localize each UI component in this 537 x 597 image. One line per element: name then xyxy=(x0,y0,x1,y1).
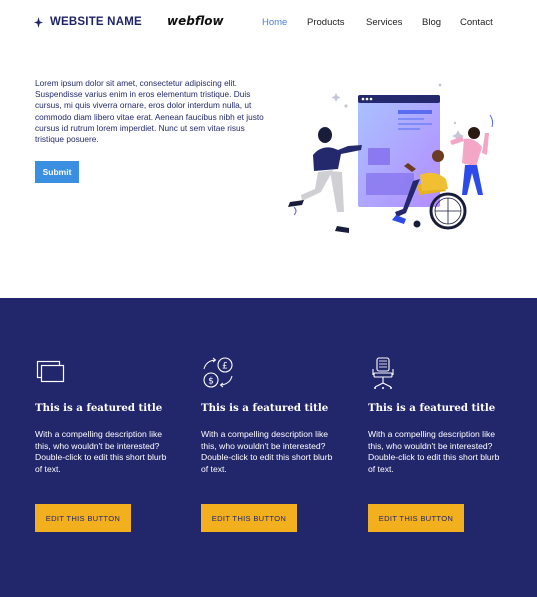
feature-description: With a compelling description like this,… xyxy=(201,429,333,475)
brand[interactable]: WEBSITE NAME xyxy=(34,16,142,28)
nav-link-contact[interactable]: Contact xyxy=(460,17,493,28)
webflow-logo[interactable]: webflow xyxy=(167,14,224,28)
brand-name: WEBSITE NAME xyxy=(50,16,142,28)
feature-title: This is a featured title xyxy=(35,402,163,414)
feature-title: This is a featured title xyxy=(201,402,329,414)
features-section: This is a featured title With a compelli… xyxy=(0,298,537,597)
sparkle-icon xyxy=(34,16,43,28)
office-chair-icon xyxy=(372,357,394,389)
feature-description: With a compelling description like this,… xyxy=(35,429,167,475)
currency-exchange-icon: £ $ xyxy=(203,357,233,388)
edit-this-button[interactable]: EDIT THIS BUTTON xyxy=(368,504,464,532)
windows-icon xyxy=(36,360,65,383)
svg-text:$: $ xyxy=(208,376,214,386)
submit-button[interactable]: Submit xyxy=(35,161,79,183)
feature-description: With a compelling description like this,… xyxy=(368,429,500,475)
feature-title: This is a featured title xyxy=(368,402,496,414)
edit-this-button[interactable]: EDIT THIS BUTTON xyxy=(201,504,297,532)
nav-link-services[interactable]: Services xyxy=(366,17,402,28)
hero-illustration xyxy=(288,83,494,233)
nav-link-products[interactable]: Products xyxy=(307,17,345,28)
top-navbar: WEBSITE NAME webflow Home Products Servi… xyxy=(0,0,537,46)
edit-this-button[interactable]: EDIT THIS BUTTON xyxy=(35,504,131,532)
svg-text:£: £ xyxy=(222,361,228,371)
nav-link-home[interactable]: Home xyxy=(262,17,287,28)
hero-paragraph: Lorem ipsum dolor sit amet, consectetur … xyxy=(35,78,264,145)
nav-link-blog[interactable]: Blog xyxy=(422,17,441,28)
